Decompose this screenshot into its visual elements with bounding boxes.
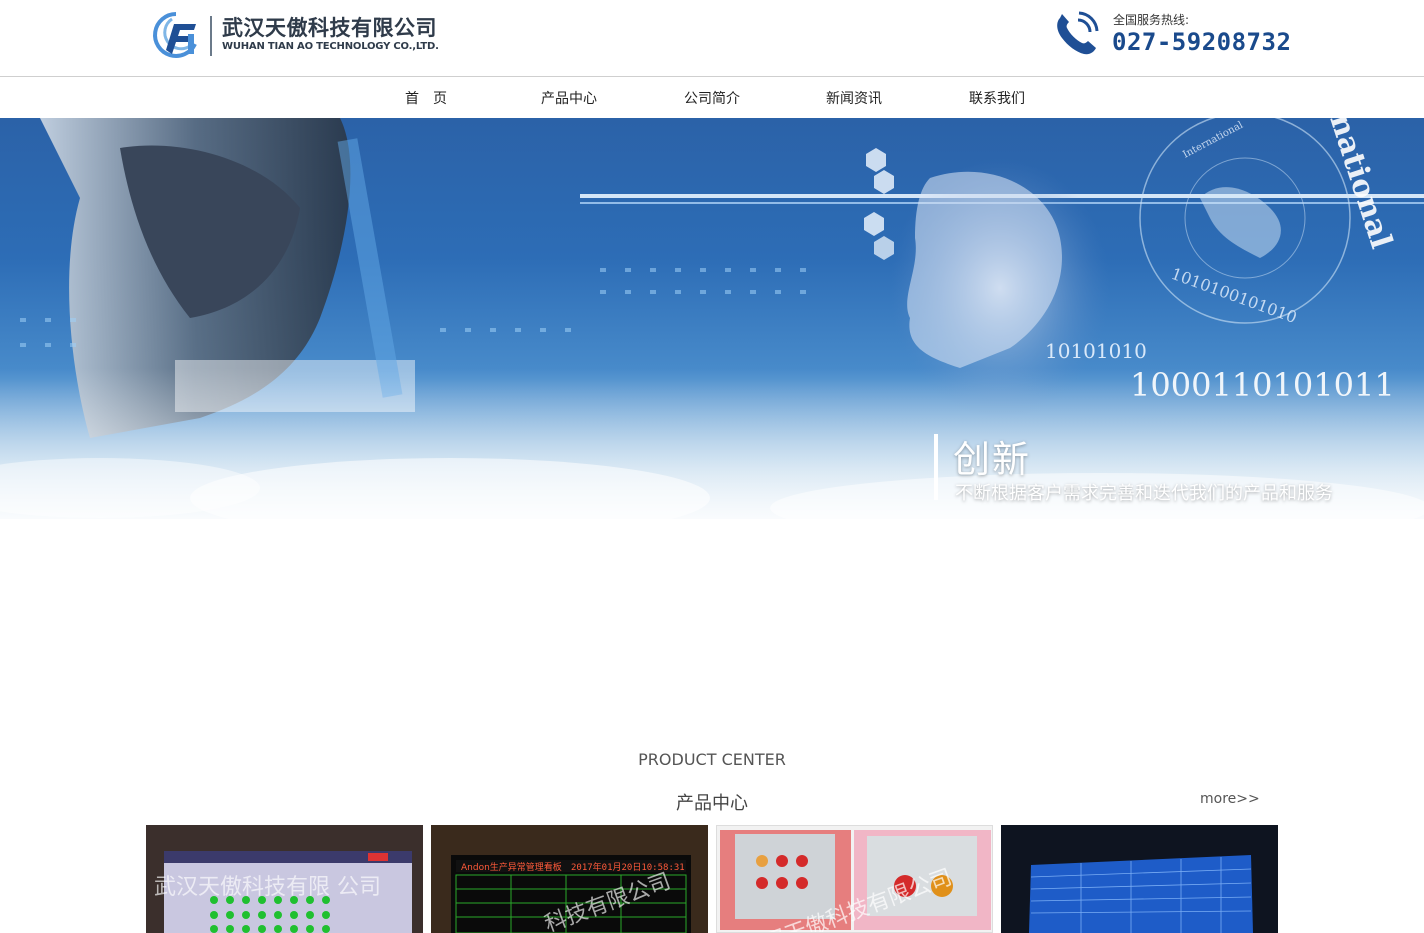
svg-text:International: International [1181, 120, 1245, 161]
product-thumb-3[interactable]: 武汉天傲科技有限公司 [716, 825, 993, 933]
banner-subtitle: 不断根据客户需求完善和迭代我们的产品和服务 [955, 483, 1333, 504]
logo-emblem-icon [153, 12, 197, 58]
watermark-text: 武汉天傲科技有限 公司 [154, 875, 381, 900]
nav-item-products[interactable]: 产品中心 [541, 88, 597, 108]
banner-accent-bar [934, 434, 938, 500]
svg-text:Andon生产异常管理看板: Andon生产异常管理看板 [461, 861, 562, 873]
product-more-link[interactable]: more>> [1200, 791, 1260, 807]
nav-item-home[interactable]: 首 页 [405, 88, 447, 108]
svg-text:national: national [1322, 118, 1398, 253]
product-thumb-4[interactable] [1001, 825, 1278, 933]
logo-divider [210, 16, 212, 56]
banner-artwork: 10101010 1000110101011 1010100101010 Int… [0, 118, 1424, 519]
svg-text:1000110101011: 1000110101011 [1130, 366, 1395, 404]
product-thumb-2[interactable]: Andon生产异常管理看板 2017年01月20日10:58:31 科技有限公司 [431, 825, 708, 933]
svg-text:2017年01月20日10:58:31: 2017年01月20日10:58:31 [571, 861, 685, 873]
svg-text:1010100101010: 1010100101010 [1169, 264, 1300, 327]
main-nav: 首 页 产品中心 公司简介 新闻资讯 联系我们 [0, 76, 1424, 119]
nav-item-contact[interactable]: 联系我们 [969, 88, 1025, 108]
svg-text:10101010: 10101010 [1045, 339, 1147, 363]
site-header: 武汉天傲科技有限公司 WUHAN TIAN AO TECHNOLOGY CO.,… [0, 0, 1424, 76]
hotline-label: 全国服务热线: [1113, 13, 1190, 27]
company-name-cn: 武汉天傲科技有限公司 [222, 16, 437, 40]
product-thumb-1[interactable]: 武汉天傲科技有限 公司 [146, 825, 423, 933]
nav-item-news[interactable]: 新闻资讯 [826, 88, 882, 108]
product-image-4 [1029, 855, 1253, 933]
service-hotline: 全国服务热线: 027-59208732 [1052, 8, 1292, 62]
company-logo[interactable]: 武汉天傲科技有限公司 WUHAN TIAN AO TECHNOLOGY CO.,… [150, 10, 440, 60]
nav-item-about[interactable]: 公司简介 [684, 88, 740, 108]
product-center-title-en: PRODUCT CENTER [638, 750, 786, 769]
company-name-en: WUHAN TIAN AO TECHNOLOGY CO.,LTD. [222, 41, 439, 52]
hotline-number[interactable]: 027-59208732 [1112, 28, 1291, 56]
phone-icon [1057, 11, 1099, 55]
hero-banner[interactable]: 10101010 1000110101011 1010100101010 Int… [0, 118, 1424, 519]
banner-title: 创新 [953, 438, 1031, 481]
